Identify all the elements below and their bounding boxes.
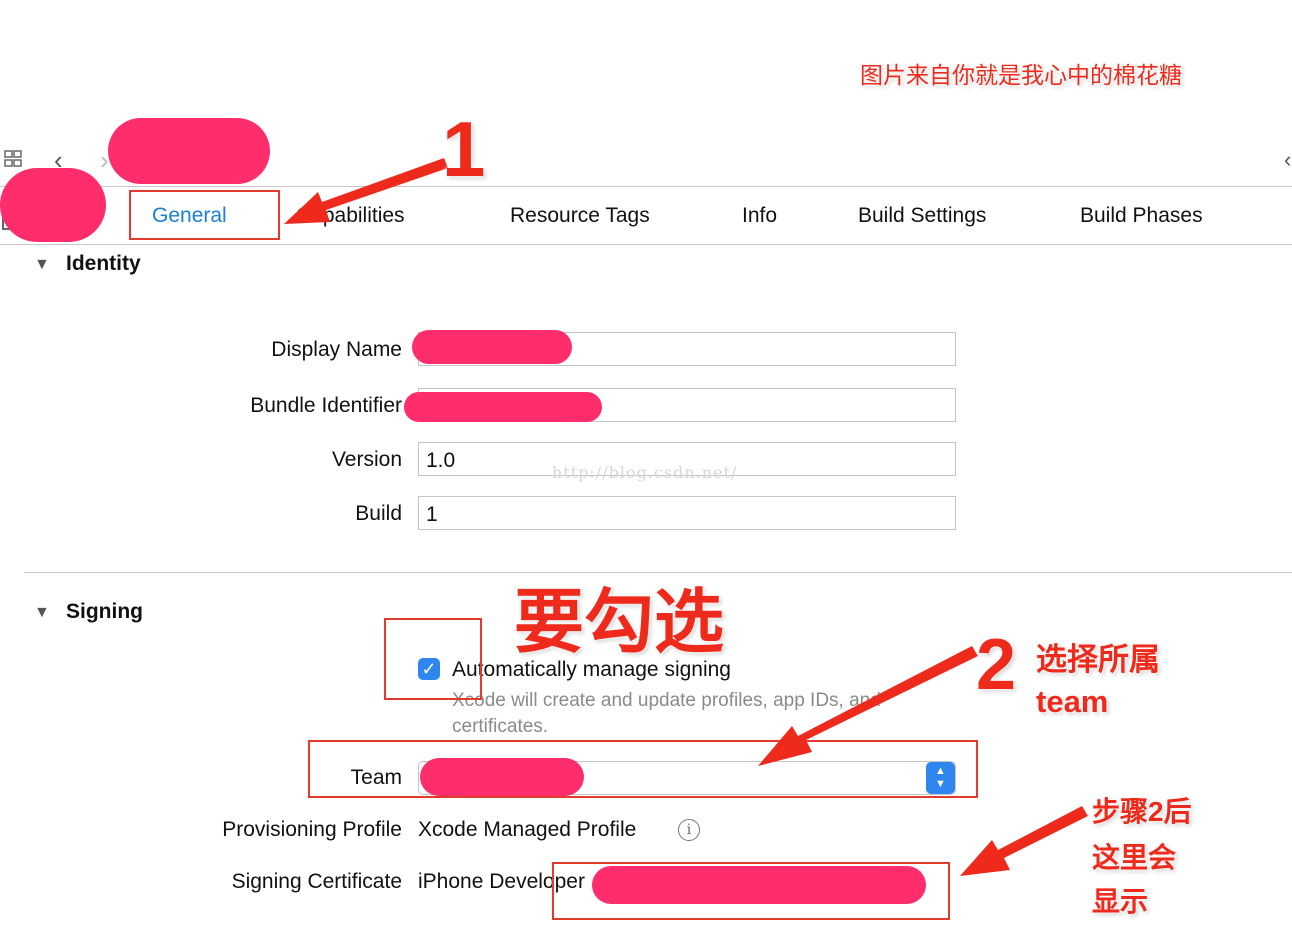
step3-arrow-icon: [960, 806, 1088, 876]
step2-arrow-icon: [758, 646, 978, 766]
step2-number: 2: [976, 625, 1017, 705]
annotation-arrows: [284, 158, 1088, 876]
step2-text-line2: team: [1036, 684, 1109, 719]
step1-arrow-icon: [284, 158, 448, 224]
must-check-annotation: 要勾选: [514, 583, 724, 661]
after-step2-line3: 显示: [1092, 886, 1149, 917]
step2-text-line1: 选择所属: [1036, 642, 1160, 677]
after-step2-line1: 步骤2后: [1092, 796, 1192, 827]
step1-number: 1: [442, 105, 486, 193]
after-step2-line2: 这里会: [1092, 842, 1177, 873]
